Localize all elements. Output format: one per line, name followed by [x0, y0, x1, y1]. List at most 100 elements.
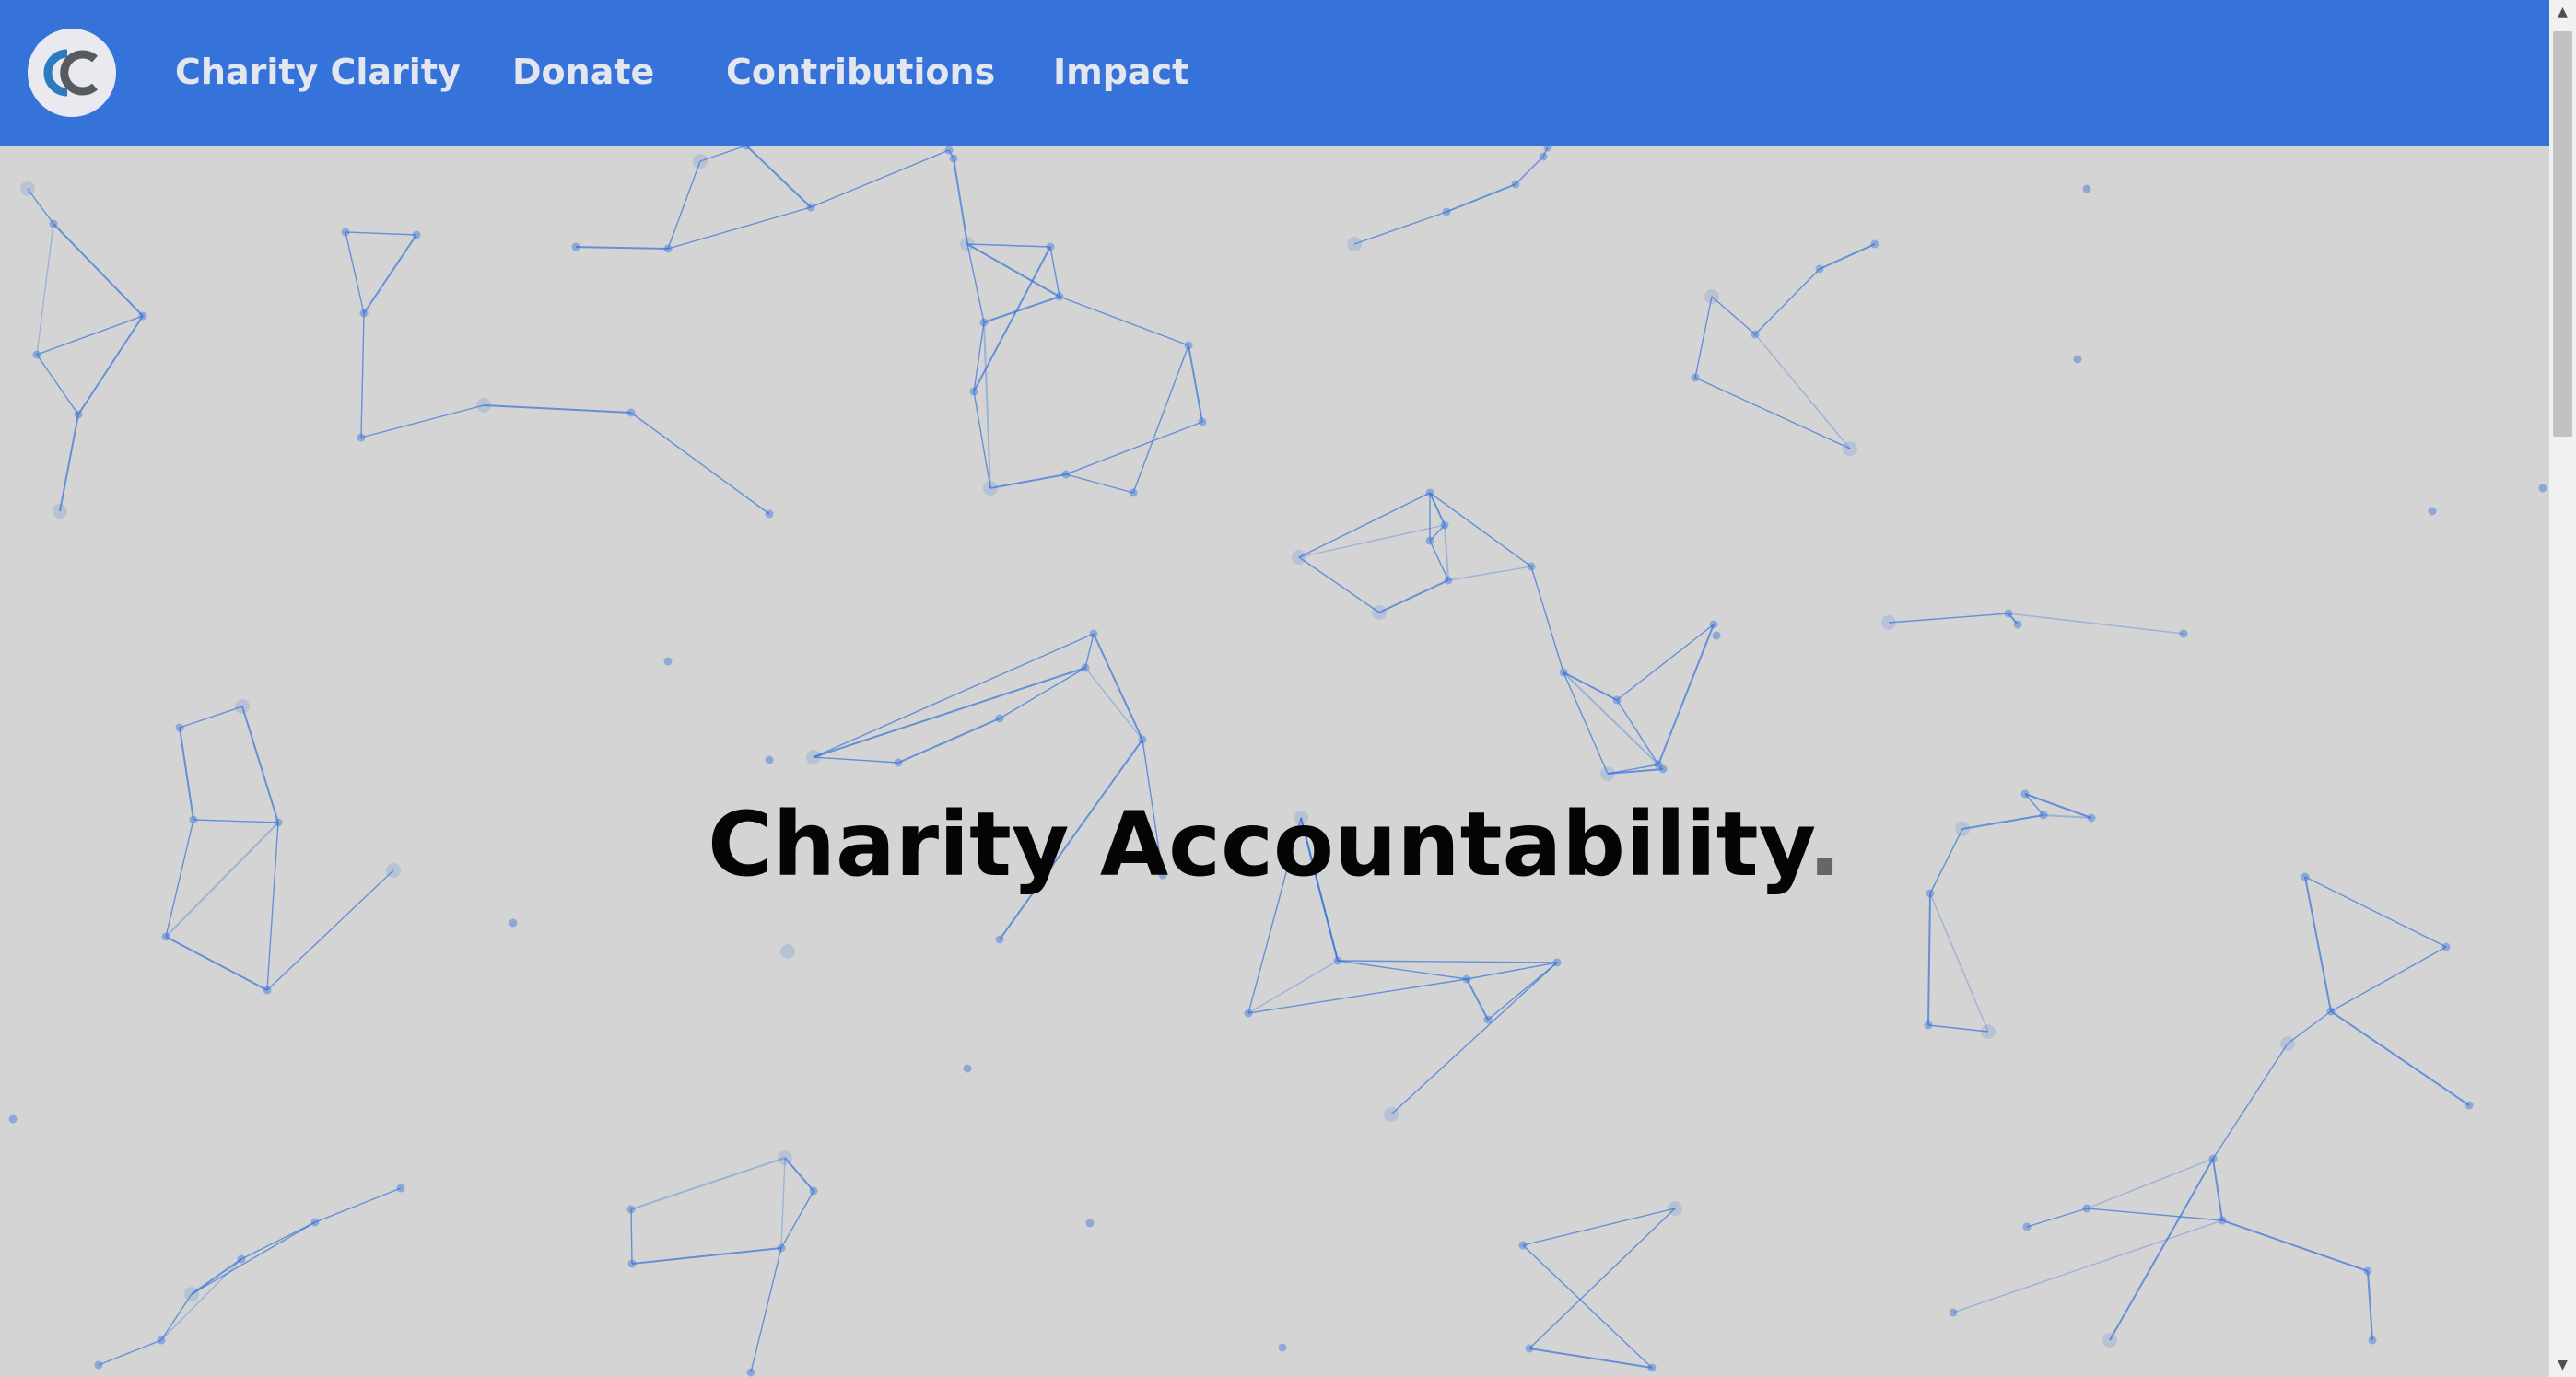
scroll-down-arrow-icon[interactable]: ▼ — [2549, 1353, 2576, 1377]
network-node — [1543, 146, 1552, 152]
network-node — [8, 1114, 18, 1124]
network-node — [2368, 1336, 2377, 1345]
scroll-up-arrow-icon[interactable]: ▲ — [2549, 0, 2576, 24]
network-line — [2330, 1010, 2470, 1106]
network-line — [750, 1247, 782, 1373]
network-node — [949, 154, 958, 163]
network-line — [1444, 524, 1449, 581]
network-node — [2465, 1101, 2474, 1110]
network-line — [2212, 1043, 2289, 1160]
network-node — [1751, 330, 1760, 339]
network-node — [1138, 735, 1147, 744]
network-line — [2109, 1158, 2214, 1341]
network-node — [341, 228, 350, 237]
network-node — [983, 481, 998, 496]
network-line — [2086, 1158, 2214, 1209]
network-node — [809, 1186, 818, 1196]
network-node — [894, 758, 903, 767]
network-line — [1446, 183, 1516, 213]
network-node — [746, 1368, 755, 1377]
network-line — [1522, 1208, 1676, 1246]
network-node — [944, 146, 954, 155]
network-node — [627, 1259, 637, 1268]
network-node — [765, 509, 774, 519]
network-node — [995, 714, 1004, 723]
network-line — [813, 756, 899, 764]
nav-charity-clarity-link[interactable]: Charity Clarity — [175, 46, 461, 98]
network-line — [966, 243, 985, 323]
nav-impact-link[interactable]: Impact — [1053, 46, 1188, 98]
network-line — [966, 243, 1051, 248]
network-node — [1815, 264, 1824, 274]
network-node — [960, 237, 975, 251]
page-scrollbar[interactable]: ▲ ▼ — [2549, 0, 2576, 1377]
network-line — [630, 1157, 786, 1210]
network-line — [2212, 1158, 2223, 1221]
network-line — [240, 1221, 316, 1260]
network-node — [2280, 1036, 2295, 1051]
nav-donate-link[interactable]: Donate — [512, 46, 654, 98]
network-line — [98, 1339, 162, 1366]
network-node — [310, 1218, 320, 1227]
network-node — [2179, 629, 2188, 638]
scrollbar-thumb[interactable] — [2553, 31, 2572, 437]
network-node — [263, 986, 272, 995]
network-line — [1754, 268, 1821, 335]
particle-network-background — [8, 146, 2547, 1377]
network-node — [1184, 341, 1193, 350]
network-node — [396, 1184, 405, 1193]
network-node — [237, 1254, 246, 1264]
network-node — [1462, 974, 1471, 984]
network-node — [1712, 631, 1721, 640]
network-line — [1298, 492, 1431, 558]
network-line — [1563, 671, 1609, 775]
network-node — [175, 723, 184, 732]
nav-contributions-link[interactable]: Contributions — [726, 46, 995, 98]
network-node — [1552, 958, 1562, 967]
network-node — [1881, 615, 1896, 630]
network-line — [1616, 699, 1659, 765]
charity-clarity-logo[interactable] — [27, 28, 117, 118]
network-node — [1442, 207, 1451, 216]
network-node — [357, 433, 366, 442]
network-node — [1981, 1024, 1996, 1039]
network-node — [1278, 1343, 1287, 1352]
network-line — [966, 243, 1060, 298]
network-node — [663, 657, 673, 666]
network-line — [314, 1187, 402, 1223]
network-node — [806, 203, 815, 212]
network-node — [184, 1287, 199, 1301]
network-node — [138, 311, 147, 321]
network-line — [77, 315, 144, 415]
network-node — [1870, 239, 1879, 249]
network-node — [2022, 1222, 2032, 1231]
network-node — [1444, 576, 1453, 585]
network-line — [1528, 1348, 1653, 1369]
network-node — [1292, 550, 1306, 565]
network-line — [989, 473, 1067, 489]
network-node — [2208, 1154, 2218, 1163]
network-line — [810, 149, 950, 208]
network-node — [74, 410, 83, 419]
network-node — [1612, 695, 1622, 705]
network-line — [1466, 962, 1558, 980]
network-node — [1061, 470, 1071, 479]
network-node — [1372, 605, 1387, 620]
network-line — [780, 1190, 814, 1249]
network-node — [1347, 237, 1362, 251]
network-node — [1055, 292, 1064, 301]
network-line — [1754, 333, 1851, 449]
network-line — [360, 404, 485, 438]
network-line — [1711, 296, 1756, 335]
network-node — [2004, 609, 2013, 618]
network-line — [36, 354, 79, 415]
network-node — [1511, 180, 1520, 189]
network-line — [1059, 296, 1189, 346]
hero-headline: Charity Accountability. — [0, 776, 2549, 914]
network-line — [1515, 156, 1544, 185]
top-navbar: Charity Clarity Donate Contributions Imp… — [0, 0, 2549, 146]
network-node — [2082, 184, 2091, 193]
network-node — [1539, 152, 1548, 161]
network-node — [626, 1205, 636, 1214]
hero-title-period: . — [1808, 793, 1842, 896]
